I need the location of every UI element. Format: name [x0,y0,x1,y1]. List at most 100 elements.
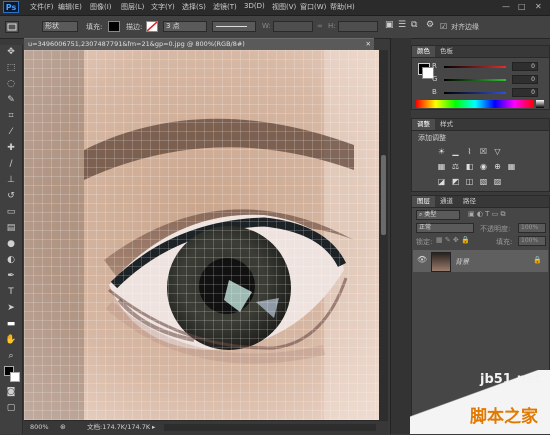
rectangle-tool-icon[interactable]: ▬ [5,318,17,330]
minimize-button[interactable]: — [502,2,510,11]
tab-adjustments[interactable]: 调整 [412,119,435,130]
menu-window[interactable]: 窗口(W) [300,2,326,12]
clone-stamp-tool-icon[interactable]: ⊥ [5,174,17,186]
opacity-field[interactable]: 100% [518,223,546,233]
document-tab[interactable]: u=3496006751,2307487791&fm=21&gp=0.jpg @… [24,38,374,50]
blur-tool-icon[interactable]: ● [5,238,17,250]
link-icon[interactable]: ∞ [317,22,323,30]
blend-mode-select[interactable]: 正常 [416,223,474,233]
green-slider[interactable] [444,79,506,81]
brush-tool-icon[interactable]: ∕ [5,158,17,170]
hue-saturation-icon[interactable]: ▦ [436,161,447,172]
blue-slider[interactable] [444,92,506,94]
layer-kind-filter[interactable]: ⌕ 类型 [416,210,460,220]
menu-layer[interactable]: 图层(L) [121,2,144,12]
path-alignment-icon[interactable]: ☰ [398,20,406,30]
color-lookup-icon[interactable]: ▦ [506,161,517,172]
color-spectrum-bar[interactable] [416,100,534,108]
red-value-field[interactable]: 0 [512,62,538,71]
fill-swatch[interactable] [108,21,120,32]
maximize-button[interactable]: □ [518,2,526,11]
menu-help[interactable]: 帮助(H) [330,2,355,12]
black-white-ramp[interactable] [536,100,544,108]
shape-mode-select[interactable]: 形状 [42,21,78,32]
photo-filter-icon[interactable]: ◉ [478,161,489,172]
menu-filter[interactable]: 滤镜(T) [213,2,237,12]
path-operations-icon[interactable]: ▣ [385,20,394,30]
tab-swatches[interactable]: 色板 [435,46,458,57]
stroke-type-select[interactable] [212,21,256,32]
invert-icon[interactable]: ◪ [436,176,447,187]
fill-field[interactable]: 100% [518,236,546,246]
posterize-icon[interactable]: ◩ [450,176,461,187]
dodge-tool-icon[interactable]: ◐ [5,254,17,266]
color-balance-icon[interactable]: ⚖ [450,161,461,172]
vibrance-icon[interactable]: ▽ [492,146,503,157]
path-select-tool-icon[interactable]: ➤ [5,302,17,314]
tab-color[interactable]: 颜色 [412,46,435,57]
screen-mode-icon[interactable]: ▢ [5,402,17,414]
exposure-icon[interactable]: ☒ [478,146,489,157]
lasso-tool-icon[interactable]: ◌ [5,78,17,90]
scrollbar-thumb[interactable] [381,155,386,235]
tab-layers[interactable]: 图层 [412,196,435,207]
curves-icon[interactable]: ⌇ [464,146,475,157]
black-white-icon[interactable]: ◧ [464,161,475,172]
background-color-swatch[interactable] [10,372,20,382]
selective-color-icon[interactable]: ▨ [492,176,503,187]
stroke-size-field[interactable]: 3 点 [163,21,207,32]
gradient-map-icon[interactable]: ▧ [478,176,489,187]
horizontal-scrollbar[interactable] [164,424,376,431]
layer-row[interactable]: 👁 背景 🔒 [413,250,548,272]
quick-select-tool-icon[interactable]: ✎ [5,94,17,106]
height-field[interactable] [338,21,378,32]
layer-name[interactable]: 背景 [455,257,469,267]
tab-styles[interactable]: 样式 [435,119,458,130]
menu-3d[interactable]: 3D(D) [244,2,265,10]
close-document-icon[interactable]: ✕ [366,39,371,50]
path-arrangement-icon[interactable]: ⧉ [411,20,417,30]
filter-type-icons[interactable]: ▣ ◐ T ▭ ⧉ [468,210,506,219]
vertical-scrollbar[interactable] [379,50,388,420]
green-value-field[interactable]: 0 [512,75,538,84]
close-window-button[interactable]: ✕ [535,2,542,11]
red-slider[interactable] [444,66,506,68]
gradient-tool-icon[interactable]: ▤ [5,222,17,234]
status-info-icon[interactable]: ⊛ [60,421,66,434]
tab-channels[interactable]: 通道 [435,196,458,207]
eyedropper-tool-icon[interactable]: ⁄ [5,126,17,138]
tool-preset-picker[interactable] [5,21,19,33]
hand-tool-icon[interactable]: ✋ [5,334,17,346]
stroke-swatch[interactable] [146,21,158,32]
move-tool-icon[interactable]: ✥ [5,46,17,58]
levels-icon[interactable]: ▁ [450,146,461,157]
marquee-tool-icon[interactable]: ⬚ [5,62,17,74]
menu-type[interactable]: 文字(Y) [151,2,175,12]
quick-mask-icon[interactable]: ◙ [5,386,17,398]
menu-select[interactable]: 选择(S) [182,2,206,12]
threshold-icon[interactable]: ◫ [464,176,475,187]
document-canvas[interactable] [24,50,379,420]
zoom-tool-icon[interactable]: ⌕ [5,350,17,362]
menu-edit[interactable]: 编辑(E) [58,2,82,12]
type-tool-icon[interactable]: T [5,286,17,298]
brightness-contrast-icon[interactable]: ☀ [436,146,447,157]
align-edges-checkbox[interactable]: ☑ [440,22,447,31]
eraser-tool-icon[interactable]: ▭ [5,206,17,218]
eye-icon[interactable]: 👁 [417,255,427,264]
pen-tool-icon[interactable]: ✒ [5,270,17,282]
width-field[interactable] [273,21,313,32]
tab-paths[interactable]: 路径 [458,196,481,207]
status-menu-arrow-icon[interactable]: ▸ [152,421,155,434]
crop-tool-icon[interactable]: ⌗ [5,110,17,122]
menu-view[interactable]: 视图(V) [272,2,296,12]
history-brush-tool-icon[interactable]: ↺ [5,190,17,202]
channel-mixer-icon[interactable]: ⊕ [492,161,503,172]
menu-file[interactable]: 文件(F) [30,2,54,12]
healing-brush-tool-icon[interactable]: ✚ [5,142,17,154]
gear-icon[interactable]: ⚙ [426,20,434,30]
menu-image[interactable]: 图像(I) [90,2,112,12]
zoom-level[interactable]: 800% [30,421,49,434]
blue-value-field[interactable]: 0 [512,88,538,97]
lock-options-icons[interactable]: ▦ ✎ ✥ 🔒 [436,236,470,244]
